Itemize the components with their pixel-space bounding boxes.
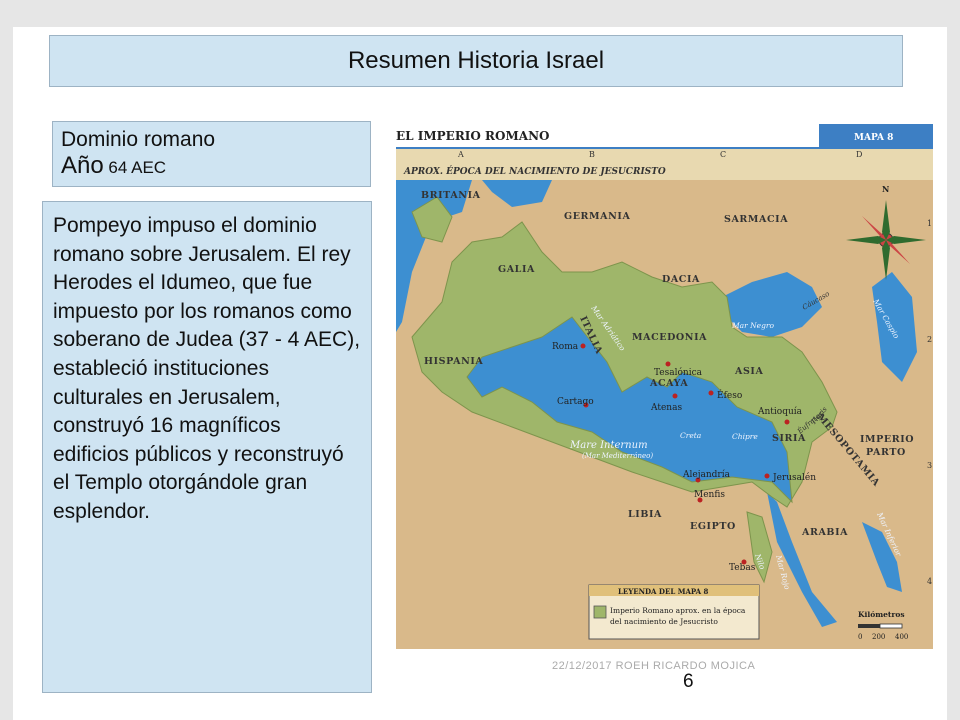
body-text: Pompeyo impuso el dominio romano sobre J… <box>53 214 361 523</box>
map-legend-text-2: del nacimiento de Jesucristo <box>610 617 718 626</box>
label-roma: Roma <box>552 342 579 352</box>
map-title: EL IMPERIO ROMANO <box>396 129 550 143</box>
label-chipre: Chipre <box>732 432 758 441</box>
label-germania: GERMANIA <box>564 211 630 222</box>
grid-col-c: C <box>720 150 726 159</box>
map-number-label: MAPA 8 <box>854 133 893 143</box>
marker-atenas <box>672 393 678 399</box>
label-arabia: ARABIA <box>801 527 848 538</box>
compass-north-label: N <box>882 184 889 194</box>
marker-tesalonica <box>665 361 671 367</box>
page-number: 6 <box>683 671 694 692</box>
label-britania: BRITANIA <box>421 190 481 201</box>
label-galia: GALIA <box>498 264 535 275</box>
scale-bar-seg-1 <box>858 624 880 628</box>
title-box: Resumen Historia Israel <box>49 35 903 87</box>
grid-col-d: D <box>856 150 862 159</box>
label-sarmacia: SARMACIA <box>724 214 788 225</box>
scale-tick-0: 0 <box>858 633 862 641</box>
grid-col-a: A <box>457 150 464 159</box>
label-alejandria: Alejandría <box>682 469 731 480</box>
label-efeso: Éfeso <box>717 389 742 401</box>
label-atenas: Atenas <box>650 403 682 413</box>
label-imperio-parto-2: PARTO <box>866 447 906 458</box>
map-subtitle: APROX. ÉPOCA DEL NACIMIENTO DE JESUCRIST… <box>403 165 666 177</box>
label-hispania: HISPANIA <box>424 356 483 367</box>
legend-swatch-empire <box>593 605 607 619</box>
scale-tick-200: 200 <box>872 633 885 641</box>
map-legend-title: LEYENDA DEL MAPA 8 <box>618 587 708 596</box>
label-creta: Creta <box>680 431 701 440</box>
label-asia: ASIA <box>734 366 763 377</box>
label-mare-internum: Mare Internum <box>569 440 648 451</box>
grid-row-3: 3 <box>927 461 932 470</box>
subtitle-line-1: Dominio romano <box>61 128 216 151</box>
label-dacia: DACIA <box>662 274 700 285</box>
marker-jerusalen <box>764 473 770 479</box>
roman-empire-map: EL IMPERIO ROMANO MAPA 8 APROX. ÉPOCA DE… <box>392 122 935 649</box>
footer-text: 22/12/2017 ROEH RICARDO MOJICA <box>552 660 756 672</box>
label-egipto: EGIPTO <box>690 521 736 532</box>
subtitle-year-value: 64 AEC <box>103 158 167 177</box>
grid-row-2: 2 <box>927 335 932 344</box>
map-legend-text-1: Imperio Romano aprox. en la época <box>610 606 746 615</box>
marker-efeso <box>708 390 714 396</box>
grid-col-b: B <box>589 150 595 159</box>
label-macedonia: MACEDONIA <box>632 332 707 343</box>
label-mar-negro: Mar Negro <box>731 321 775 330</box>
label-menfis: Menfis <box>694 490 725 500</box>
label-antioquia: Antioquía <box>757 406 803 417</box>
scale-tick-400: 400 <box>895 633 908 641</box>
body-box: Pompeyo impuso el dominio romano sobre J… <box>42 201 372 693</box>
marker-roma <box>580 343 586 349</box>
label-jerusalen: Jerusalén <box>772 472 816 483</box>
scale-title: Kilómetros <box>858 610 905 619</box>
subtitle-year-label: Año <box>61 152 104 179</box>
grid-row-4: 4 <box>927 577 932 586</box>
label-tebas: Tebas <box>729 563 756 573</box>
subtitle-line-2: Año 64 AEC <box>61 152 362 183</box>
label-acaya: ACAYA <box>649 378 688 389</box>
marker-antioquia <box>784 419 790 425</box>
subtitle-box: Dominio romano Año 64 AEC <box>52 121 371 187</box>
label-imperio-parto-1: IMPERIO <box>860 434 914 445</box>
label-tesalonica: Tesalónica <box>654 367 703 378</box>
slide-title: Resumen Historia Israel <box>347 47 605 74</box>
grid-row-1: 1 <box>927 219 932 228</box>
label-libia: LIBIA <box>628 509 662 520</box>
label-mar-mediterraneo: (Mar Mediterráneo) <box>582 452 653 460</box>
label-cartago: Cartago <box>557 397 594 407</box>
scale-bar-seg-2 <box>879 623 903 629</box>
map-grid-strip <box>396 148 933 160</box>
